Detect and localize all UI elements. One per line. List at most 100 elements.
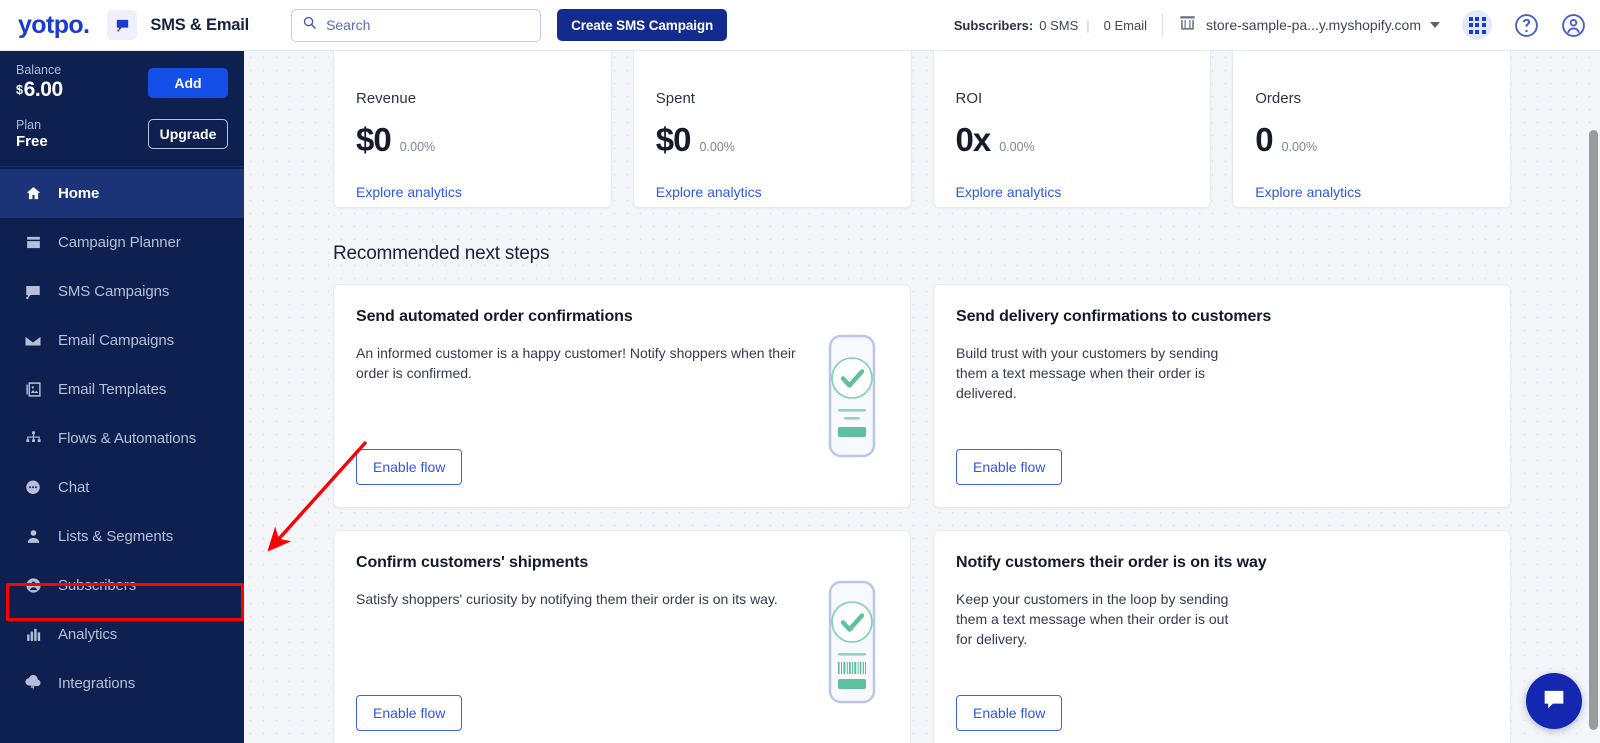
- kpi-delta: 0.00%: [999, 140, 1035, 154]
- kpi-delta: 0.00%: [699, 140, 735, 154]
- yotpo-logo[interactable]: yotpo.: [18, 11, 90, 40]
- recommended-next-steps-title: Recommended next steps: [333, 243, 550, 264]
- kpi-title: Orders: [1255, 90, 1302, 107]
- enable-flow-button[interactable]: Enable flow: [356, 449, 463, 485]
- sidebar-item-flows-automations[interactable]: Flows & Automations: [0, 414, 244, 463]
- enable-flow-button[interactable]: Enable flow: [356, 695, 463, 731]
- sidebar-item-label: Flows & Automations: [58, 430, 197, 447]
- sidebar-item-label: Chat: [58, 479, 90, 496]
- balance-label: Balance: [16, 63, 62, 77]
- step-card-body: Send automated order confirmations An in…: [356, 307, 816, 485]
- sidebar-item-email-campaigns[interactable]: Email Campaigns: [0, 316, 244, 365]
- kpi-delta: 0.00%: [399, 140, 436, 154]
- kpi-cards-row: Revenue $0 0.00% Explore analytics Spent…: [244, 51, 1600, 208]
- kpi-title: ROI: [955, 90, 983, 107]
- sidebar-item-label: Lists & Segments: [58, 528, 174, 545]
- kpi-value-row: $0 0.00%: [356, 121, 589, 159]
- create-sms-campaign-button[interactable]: Create SMS Campaign: [557, 9, 728, 41]
- header-right-group: Subscribers: 0 SMS | 0 Email store-sampl…: [954, 10, 1600, 40]
- store-name: store-sample-pa...y.myshopify.com: [1206, 17, 1421, 33]
- sidebar-item-sms-campaigns[interactable]: SMS Campaigns: [0, 267, 244, 316]
- search-input[interactable]: [326, 17, 517, 33]
- calendar-icon: [22, 234, 44, 251]
- sidebar-item-subscribers[interactable]: Subscribers: [0, 561, 244, 610]
- enable-flow-button[interactable]: Enable flow: [956, 695, 1063, 731]
- step-card-confirm-shipments: Confirm customers' shipments Satisfy sho…: [333, 530, 911, 743]
- step-card-description: Keep your customers in the loop by sendi…: [956, 590, 1229, 648]
- sms-icon: [22, 283, 44, 301]
- step-card-title: Notify customers their order is on its w…: [956, 554, 1267, 571]
- plan-label: Plan: [16, 118, 42, 132]
- add-balance-button[interactable]: Add: [148, 67, 228, 98]
- sidebar-item-lists-segments[interactable]: Lists & Segments: [0, 512, 244, 561]
- recommended-steps-grid: Send automated order confirmations An in…: [333, 284, 1511, 743]
- kpi-value: $0: [356, 121, 392, 158]
- kpi-title: Spent: [655, 90, 695, 107]
- sidebar-item-home[interactable]: Home: [0, 169, 244, 218]
- account-summary: Balance $6.00 Add Plan Free Upgrade: [0, 51, 244, 167]
- kpi-value-row: 0x 0.00%: [956, 121, 1189, 159]
- store-selector[interactable]: store-sample-pa...y.myshopify.com: [1178, 13, 1440, 37]
- vertical-scrollbar-thumb[interactable]: [1589, 130, 1598, 730]
- step-card-title: Confirm customers' shipments: [356, 554, 589, 571]
- sidebar-item-analytics[interactable]: Analytics: [0, 610, 244, 659]
- subscribers-divider: |: [1086, 17, 1090, 33]
- kpi-card-roi: ROI 0x 0.00% Explore analytics: [932, 51, 1212, 208]
- phone-check-barcode-icon: [816, 553, 888, 731]
- explore-analytics-link[interactable]: Explore analytics: [356, 184, 589, 200]
- kpi-value-row: 0 0.00%: [1255, 121, 1488, 159]
- kpi-value: $0: [655, 121, 692, 158]
- sidebar-item-chat[interactable]: Chat: [0, 463, 244, 512]
- chat-support-icon: [1540, 685, 1568, 718]
- plug-icon: [22, 674, 44, 693]
- subscriber-icon: [22, 577, 44, 594]
- sidebar-item-label: Analytics: [58, 626, 118, 643]
- apps-grid-dots: [1468, 16, 1486, 34]
- sidebar-nav: Home Campaign Planner SMS Campaigns Emai…: [0, 167, 244, 708]
- explore-analytics-link[interactable]: Explore analytics: [1255, 184, 1488, 200]
- step-card-body: Notify customers their order is on its w…: [956, 553, 1488, 731]
- app-title: SMS & Email: [150, 15, 250, 34]
- chat-support-fab[interactable]: [1526, 673, 1582, 729]
- plan-value: Free: [16, 133, 48, 150]
- apps-grid-icon[interactable]: [1462, 10, 1492, 40]
- chat-dots-icon: [22, 479, 44, 497]
- kpi-card-spent: Spent $0 0.00% Explore analytics: [632, 51, 912, 208]
- sidebar-item-label: Campaign Planner: [58, 234, 181, 251]
- plan-row: Plan Free Upgrade: [16, 118, 228, 150]
- step-card-description: Build trust with your customers by sendi…: [956, 344, 1219, 402]
- sidebar-item-campaign-planner[interactable]: Campaign Planner: [0, 218, 244, 267]
- phone-check-icon: [816, 307, 888, 485]
- search-box[interactable]: [291, 8, 542, 42]
- subscribers-email-count: 0 Email: [1103, 17, 1147, 33]
- envelope-icon: [22, 332, 44, 350]
- subscribers-counter-label: Subscribers:: [953, 17, 1034, 33]
- step-card-title: Send automated order confirmations: [356, 308, 633, 325]
- enable-flow-button[interactable]: Enable flow: [956, 449, 1063, 485]
- help-circle-icon[interactable]: [1514, 13, 1539, 38]
- user-account-icon[interactable]: [1561, 13, 1586, 38]
- step-card-description: Satisfy shoppers' curiosity by notifying…: [356, 590, 778, 607]
- sidebar-item-label: Home: [58, 185, 100, 202]
- top-header: yotpo. SMS & Email Create SMS Campaign S…: [0, 0, 1600, 51]
- home-icon: [22, 185, 44, 202]
- person-icon: [22, 528, 44, 545]
- sidebar-item-label: Subscribers: [58, 577, 137, 594]
- step-card-order-confirmations: Send automated order confirmations An in…: [333, 284, 911, 508]
- sidebar-item-label: SMS Campaigns: [58, 283, 170, 300]
- explore-analytics-link[interactable]: Explore analytics: [656, 184, 889, 200]
- chat-bubble-icon: [107, 10, 138, 40]
- upgrade-plan-button[interactable]: Upgrade: [148, 119, 228, 149]
- subscribers-counter: Subscribers: 0 SMS | 0 Email: [954, 18, 1147, 33]
- sidebar-item-integrations[interactable]: Integrations: [0, 659, 244, 708]
- explore-analytics-link[interactable]: Explore analytics: [956, 184, 1189, 200]
- kpi-value: 0x: [955, 121, 992, 158]
- sidebar: Balance $6.00 Add Plan Free Upgrade Home: [0, 0, 244, 743]
- subscribers-sms-count: 0 SMS: [1039, 17, 1079, 33]
- kpi-card-orders: Orders 0 0.00% Explore analytics: [1232, 51, 1511, 208]
- flow-icon: [22, 430, 44, 447]
- step-card-body: Confirm customers' shipments Satisfy sho…: [356, 553, 816, 731]
- sidebar-item-email-templates[interactable]: Email Templates: [0, 365, 244, 414]
- main-content: Revenue $0 0.00% Explore analytics Spent…: [244, 51, 1600, 743]
- step-card-description: An informed customer is a happy customer…: [356, 344, 796, 382]
